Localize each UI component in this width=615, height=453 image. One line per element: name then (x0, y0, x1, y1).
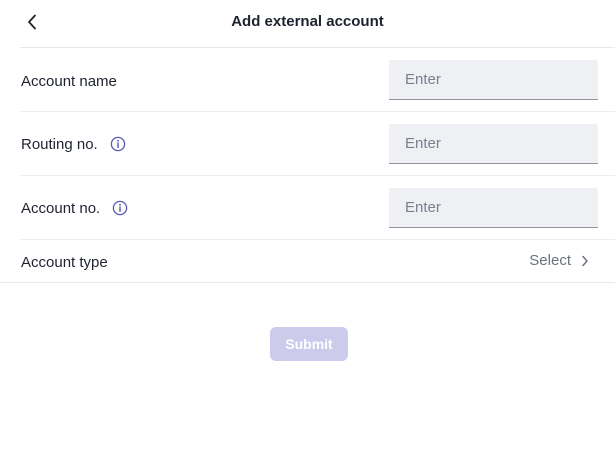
account-type-select-text: Select (529, 252, 571, 269)
info-icon[interactable] (110, 136, 126, 152)
routing-no-label-text: Routing no. (21, 135, 98, 153)
submit-button[interactable]: Submit (270, 327, 348, 361)
row-divider (20, 239, 615, 240)
account-no-input[interactable] (389, 188, 598, 228)
info-icon[interactable] (112, 200, 128, 216)
routing-no-label: Routing no. (21, 133, 126, 155)
account-type-label: Account type (21, 251, 108, 273)
page-title: Add external account (231, 13, 384, 30)
account-name-label: Account name (21, 70, 117, 92)
row-divider (20, 111, 615, 112)
account-no-label-text: Account no. (21, 199, 101, 217)
header-divider (20, 47, 615, 48)
account-name-label-text: Account name (21, 72, 117, 90)
row-divider (20, 175, 615, 176)
routing-no-input[interactable] (389, 124, 598, 164)
account-type-select[interactable]: Select (529, 252, 591, 269)
header: Add external account (0, 0, 615, 47)
chevron-right-icon (581, 255, 591, 267)
section-divider (0, 282, 615, 283)
account-name-input[interactable] (389, 60, 598, 100)
account-type-label-text: Account type (21, 253, 108, 271)
account-no-label: Account no. (21, 197, 128, 219)
